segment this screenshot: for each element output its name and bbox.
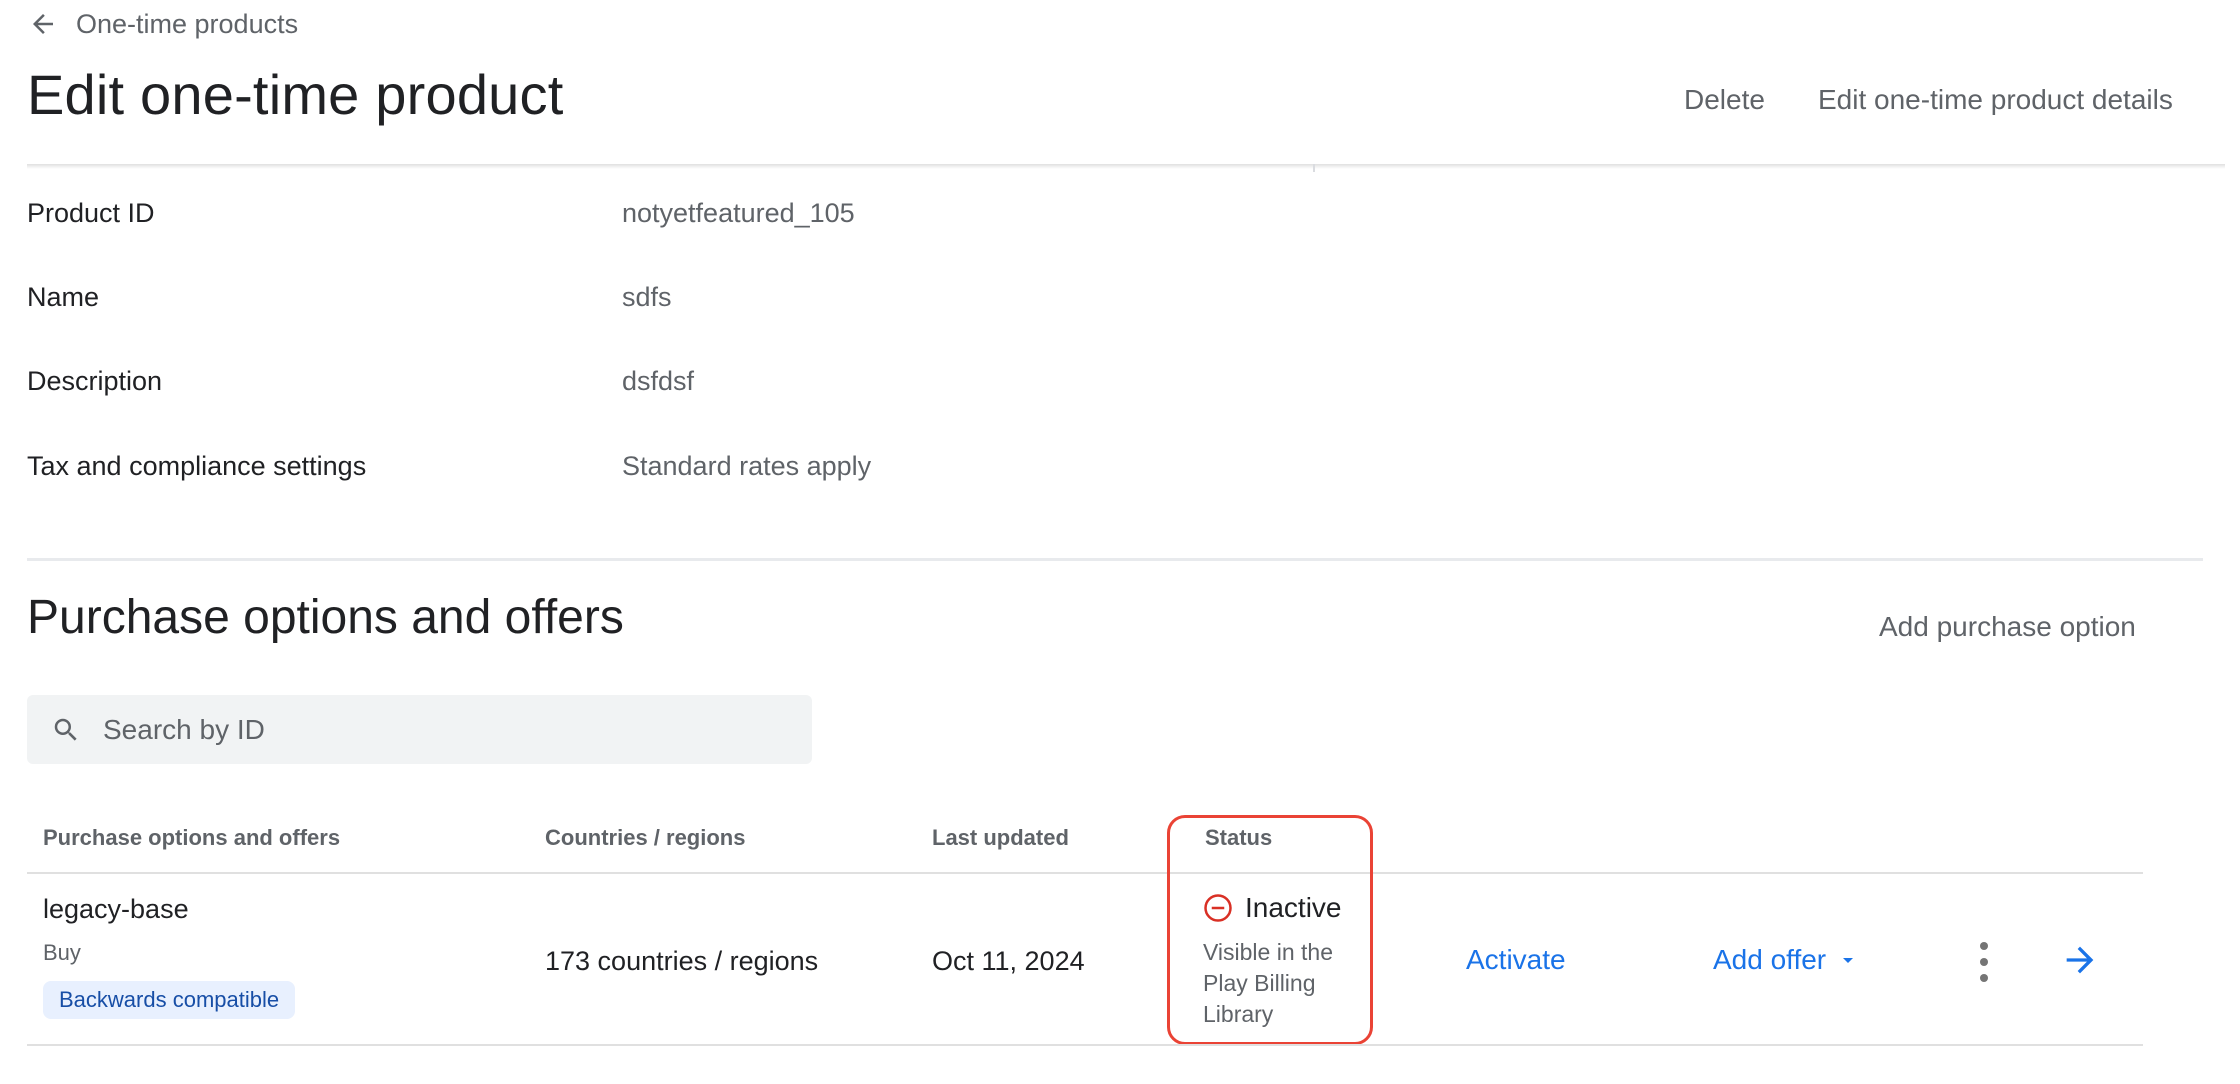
purchase-option-id: legacy-base bbox=[43, 894, 189, 924]
countries-value: 173 countries / regions bbox=[545, 946, 819, 976]
detail-label-tax: Tax and compliance settings bbox=[27, 451, 367, 481]
purchase-option-type: Buy bbox=[43, 940, 81, 965]
column-divider bbox=[1313, 164, 1315, 172]
status-label: Inactive bbox=[1245, 892, 1342, 923]
remove-circle-icon bbox=[1204, 894, 1232, 922]
arrow-back-icon bbox=[33, 14, 53, 34]
detail-label-description: Description bbox=[27, 366, 163, 396]
section-divider bbox=[27, 558, 2203, 561]
detail-value-name: sdfs bbox=[622, 282, 672, 312]
dropdown-arrow-icon bbox=[1843, 958, 1854, 963]
column-header-countries: Countries / regions bbox=[545, 825, 746, 850]
more-vert-icon[interactable] bbox=[1970, 942, 1998, 982]
search-input[interactable] bbox=[101, 712, 785, 747]
section-title: Purchase options and offers bbox=[27, 591, 624, 644]
activate-button[interactable]: Activate bbox=[1466, 944, 1566, 976]
last-updated-value: Oct 11, 2024 bbox=[932, 946, 1085, 976]
detail-label-name: Name bbox=[27, 282, 100, 312]
edit-details-button[interactable]: Edit one-time product details bbox=[1818, 84, 2173, 116]
detail-value-product-id: notyetfeatured_105 bbox=[622, 198, 855, 228]
delete-button[interactable]: Delete bbox=[1684, 84, 1765, 116]
back-link[interactable]: One-time products bbox=[28, 6, 298, 42]
arrow-forward-icon[interactable] bbox=[2060, 940, 2100, 980]
detail-label-product-id: Product ID bbox=[27, 198, 155, 228]
column-header-options: Purchase options and offers bbox=[43, 825, 341, 850]
back-link-label: One-time products bbox=[76, 8, 299, 39]
add-purchase-option-button[interactable]: Add purchase option bbox=[1879, 611, 2136, 643]
page-title: Edit one-time product bbox=[27, 63, 564, 126]
table-row-divider bbox=[27, 1044, 2143, 1046]
status-note: Visible in the Play Billing Library bbox=[1203, 939, 1333, 1027]
column-header-updated: Last updated bbox=[932, 825, 1069, 850]
status-badge: Inactive bbox=[1203, 892, 1342, 924]
detail-value-description: dsfdsf bbox=[622, 366, 695, 396]
table-header-divider bbox=[27, 872, 2143, 874]
search-field[interactable] bbox=[27, 695, 812, 764]
search-icon bbox=[54, 718, 77, 741]
backwards-compatible-badge: Backwards compatible bbox=[43, 981, 296, 1019]
header-divider bbox=[27, 164, 2225, 169]
add-offer-label: Add offer bbox=[1713, 944, 1827, 975]
add-offer-button[interactable]: Add offer bbox=[1713, 944, 1860, 976]
detail-value-tax: Standard rates apply bbox=[622, 451, 872, 481]
